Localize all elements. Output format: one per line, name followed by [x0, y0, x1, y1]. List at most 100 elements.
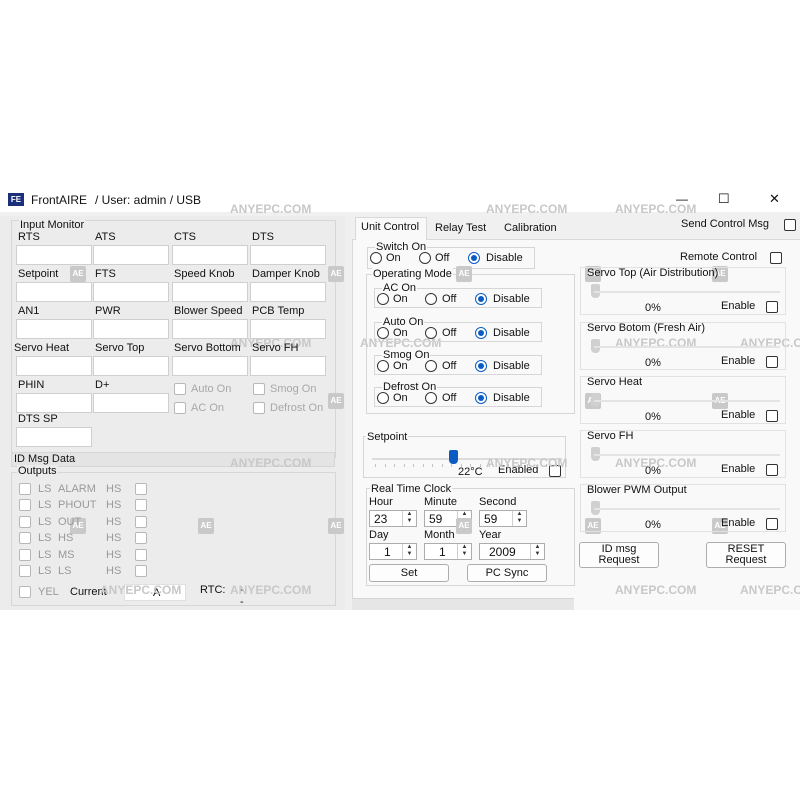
- servo-enable-checkbox[interactable]: [766, 301, 778, 313]
- setpoint-title: Setpoint: [366, 431, 409, 444]
- id-msg-request-button[interactable]: ID msg Request: [579, 542, 659, 568]
- second-spinner[interactable]: 59 ▲ ▼: [479, 510, 527, 527]
- mode-radio-disable[interactable]: [475, 392, 487, 404]
- input-field-value: [93, 319, 169, 339]
- input-field-value: [16, 393, 92, 413]
- input-field-value: [250, 282, 326, 302]
- switch-on-radio-disable[interactable]: [468, 252, 480, 264]
- servo-enable-checkbox[interactable]: [766, 464, 778, 476]
- outputs-title: Outputs: [17, 465, 58, 478]
- smog-on-checkbox: [253, 383, 265, 395]
- servo-enable-checkbox[interactable]: [766, 410, 778, 422]
- servo-title: Blower PWM Output: [587, 484, 687, 496]
- input-field-label: Servo Bottom: [174, 342, 241, 354]
- ac-on-checkbox: [174, 402, 186, 414]
- input-field-label: AN1: [18, 305, 40, 317]
- setpoint-slider-tick: [375, 464, 376, 467]
- output-checkbox-right: [135, 483, 147, 495]
- mode-off-label: Off: [442, 293, 457, 305]
- operating-mode-title: Operating Mode: [372, 268, 453, 281]
- smog-on-label: Smog On: [270, 383, 317, 395]
- watermark-icon: AE: [70, 266, 86, 282]
- setpoint-slider-tick: [394, 464, 395, 467]
- mode-radio-off[interactable]: [425, 392, 437, 404]
- remote-control-checkbox[interactable]: [770, 252, 782, 264]
- set-button[interactable]: Set: [369, 564, 449, 582]
- output-checkbox-right: [135, 515, 147, 528]
- mode-on-label: On: [393, 293, 408, 305]
- input-field-value: [172, 319, 248, 339]
- watermark-icon: AE: [456, 518, 472, 534]
- setpoint-slider-tick: [546, 464, 547, 467]
- setpoint-slider-thumb[interactable]: [448, 450, 458, 464]
- output-checkbox-left: [19, 483, 31, 495]
- mode-disable-label: Disable: [493, 293, 530, 305]
- input-field-value: [16, 245, 92, 265]
- pc-sync-button[interactable]: PC Sync: [467, 564, 547, 582]
- output-label-left: LS: [38, 499, 52, 512]
- watermark: ANYEPC.COM: [100, 583, 182, 597]
- output-label-right: HS: [106, 499, 122, 512]
- output-label-mid: PHOUT: [58, 499, 97, 512]
- send-control-msg-checkbox[interactable]: [784, 219, 796, 231]
- day-label: Day: [369, 529, 389, 541]
- servo-enable-label: Enable: [721, 463, 756, 475]
- servo-enable-label: Enable: [721, 517, 756, 529]
- mode-radio-off[interactable]: [425, 327, 437, 339]
- mode-radio-disable[interactable]: [475, 327, 487, 339]
- output-label-left: LS: [38, 548, 52, 561]
- watermark: ANYEPC.COM: [230, 456, 312, 470]
- input-field-value: [172, 356, 248, 376]
- input-field-label: Servo Heat: [14, 342, 70, 354]
- servo-enable-checkbox[interactable]: [766, 356, 778, 368]
- input-field-value: [16, 427, 92, 447]
- year-spinner[interactable]: 2009 ▲ ▼: [479, 543, 545, 560]
- month-spinner[interactable]: 1 ▲ ▼: [424, 543, 472, 560]
- mode-radio-disable[interactable]: [475, 360, 487, 372]
- servo-enable-label: Enable: [721, 355, 756, 367]
- output-label-left: LS: [38, 532, 52, 545]
- maximize-button[interactable]: ☐: [718, 192, 730, 205]
- mode-radio-on[interactable]: [377, 293, 389, 305]
- servo-slider-track: [594, 291, 780, 293]
- mode-radio-on[interactable]: [377, 327, 389, 339]
- mode-radio-off[interactable]: [425, 360, 437, 372]
- minute-label: Minute: [424, 496, 458, 508]
- rtc-value-2: -: [240, 596, 244, 608]
- mode-disable-label: Disable: [493, 327, 530, 339]
- watermark: ANYEPC.COM: [230, 202, 312, 216]
- mode-radio-on[interactable]: [377, 392, 389, 404]
- switch-on-radio-on[interactable]: [370, 252, 382, 264]
- tab-calibration[interactable]: Calibration: [504, 222, 557, 235]
- output-checkbox-right: [135, 532, 147, 545]
- tab-relay-test[interactable]: Relay Test: [435, 222, 486, 235]
- output-checkbox-left: [19, 548, 31, 561]
- auto-on-label: Auto On: [191, 383, 232, 395]
- switch-on-radio-off[interactable]: [419, 252, 431, 264]
- mode-radio-disable[interactable]: [475, 293, 487, 305]
- output-label-left: LS: [38, 483, 52, 495]
- mode-on-label: On: [393, 392, 408, 404]
- setpoint-slider-tick: [403, 464, 405, 467]
- setpoint-slider-tick: [508, 464, 509, 467]
- mode-disable-label: Disable: [493, 392, 530, 404]
- output-label-right: HS: [106, 548, 122, 561]
- switch-on-title: Switch On: [375, 241, 428, 254]
- servo-percent: 0%: [645, 411, 661, 423]
- servo-enable-checkbox[interactable]: [766, 518, 778, 530]
- mode-radio-off[interactable]: [425, 293, 437, 305]
- hour-spinner[interactable]: 23 ▲ ▼: [369, 510, 417, 527]
- mode-radio-on[interactable]: [377, 360, 389, 372]
- output-label-mid: LS: [58, 565, 72, 577]
- output-label-right: HS: [106, 483, 122, 495]
- app-logo-icon: FE: [8, 193, 24, 206]
- watermark-icon: AE: [198, 518, 214, 534]
- reset-request-button[interactable]: RESET Request: [706, 542, 786, 568]
- servo-title: Servo Top (Air Distribution): [587, 267, 719, 279]
- close-button[interactable]: ✕: [769, 192, 780, 205]
- input-field-label: Speed Knob: [174, 268, 235, 280]
- tab-unit-control-label: Unit Control: [361, 221, 420, 233]
- input-field-label: DTS: [252, 231, 274, 243]
- day-spinner[interactable]: 1 ▲ ▼: [369, 543, 417, 560]
- input-field-value: [93, 356, 169, 376]
